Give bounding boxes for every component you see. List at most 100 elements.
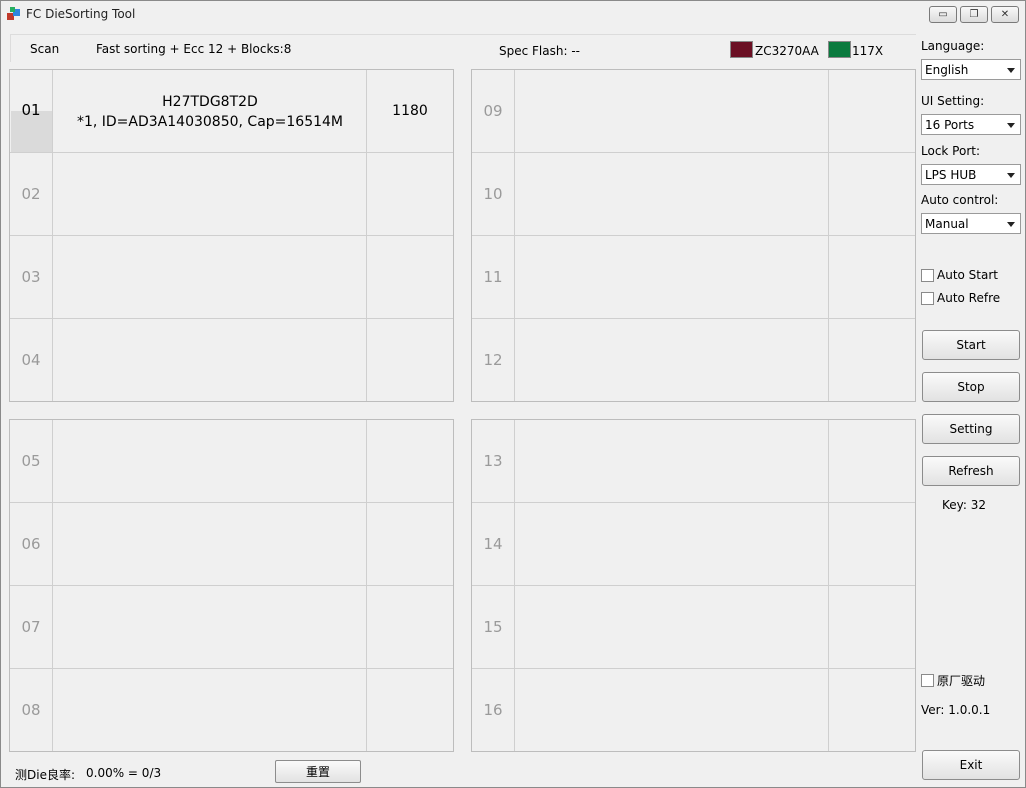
auto-refresh-checkbox[interactable]: Auto Refre [921,291,1000,305]
port-number-text: 01 [21,101,41,119]
refresh-button[interactable]: Refresh [922,456,1020,486]
ui-setting-select[interactable]: 16 Ports [921,114,1021,135]
port-value [367,586,453,668]
port-info [516,420,829,502]
checkbox-box [921,291,934,305]
auto-refresh-label: Auto Refre [937,291,1001,305]
language-value: English [925,63,969,77]
original-driver-label: 原厂驱动 [937,674,986,688]
port-value [367,319,453,401]
port-info [54,503,367,585]
port-number: 13 [472,420,515,502]
port-value [367,503,453,585]
chip1-color-swatch [730,41,753,58]
port-number: 03 [10,236,53,318]
port-info [54,153,367,235]
port-number: 01 [10,70,53,152]
original-driver-checkbox[interactable]: 原厂驱动 [921,672,985,689]
close-button[interactable]: ✕ [991,6,1019,23]
setting-button[interactable]: Setting [922,414,1020,444]
port-slot[interactable]: 14 [472,503,915,586]
auto-control-label: Auto control: [921,193,999,207]
port-info [516,503,829,585]
ui-setting-label: UI Setting: [921,94,985,108]
port-number: 04 [10,319,53,401]
port-value [367,669,453,751]
port-value [829,319,915,401]
version-label: Ver: 1.0.0.1 [921,703,991,717]
port-slot[interactable]: 08 [10,669,453,752]
port-number: 11 [472,236,515,318]
port-info [516,319,829,401]
auto-control-select[interactable]: Manual [921,213,1021,234]
port-value: 1180 [392,103,428,119]
auto-start-label: Auto Start [937,268,998,282]
port-slot[interactable]: 07 [10,586,453,669]
chevron-down-icon [1007,173,1015,178]
chip-model: H27TDG8T2D [162,94,258,110]
yield-rate-value: 0.00% = 0/3 [86,766,162,780]
port-slot[interactable]: 15 [472,586,915,669]
restore-button[interactable]: ❐ [960,6,988,23]
port-value [829,669,915,751]
chevron-down-icon [1007,222,1015,227]
port-info [54,319,367,401]
port-number: 07 [10,586,53,668]
spec-flash-label: Spec Flash: -- [499,44,580,58]
port-value [829,70,915,152]
chip-details: *1, ID=AD3A14030850, Cap=16514M [76,114,344,130]
port-number: 10 [472,153,515,235]
port-info [516,153,829,235]
port-slot[interactable]: 03 [10,236,453,319]
port-slot[interactable]: 10 [472,153,915,236]
lock-port-select[interactable]: LPS HUB [921,164,1021,185]
port-number: 05 [10,420,53,502]
minimize-button[interactable]: ▭ [929,6,957,23]
app-window: FC DieSorting Tool ▭ ❐ ✕ Scan Fast sorti… [0,0,1026,788]
exit-button[interactable]: Exit [922,750,1020,780]
lock-port-value: LPS HUB [925,168,977,182]
port-slot[interactable]: 09 [472,70,915,153]
title-bar: FC DieSorting Tool ▭ ❐ ✕ [1,1,1025,29]
port-panel-5-8: 05 06 07 08 [9,419,454,752]
port-value [367,153,453,235]
port-info [516,70,829,152]
port-info [54,420,367,502]
chevron-down-icon [1007,68,1015,73]
reset-button[interactable]: 重置 [275,760,361,783]
port-slot[interactable]: 04 [10,319,453,402]
port-slot[interactable]: 01 H27TDG8T2D *1, ID=AD3A14030850, Cap=165… [10,70,453,153]
port-info [516,669,829,751]
port-value [829,420,915,502]
port-slot[interactable]: 12 [472,319,915,402]
port-slot[interactable]: 02 [10,153,453,236]
port-slot[interactable]: 11 [472,236,915,319]
port-number: 14 [472,503,515,585]
status-bar-top: Scan Fast sorting + Ecc 12 + Blocks:8 Sp… [10,34,916,62]
language-label: Language: [921,39,985,53]
port-value [829,236,915,318]
port-info: H27TDG8T2D *1, ID=AD3A14030850, Cap=16514… [54,70,367,152]
port-number: 09 [472,70,515,152]
auto-start-checkbox[interactable]: Auto Start [921,268,998,282]
window-title: FC DieSorting Tool [26,7,136,21]
port-number: 02 [10,153,53,235]
chip2-label: 117X [852,44,884,58]
port-number: 12 [472,319,515,401]
stop-button[interactable]: Stop [922,372,1020,402]
port-info [516,586,829,668]
checkbox-box [921,674,934,687]
port-slot[interactable]: 13 [472,420,915,503]
port-panel-9-12: 09 10 11 12 [471,69,916,402]
start-button[interactable]: Start [922,330,1020,360]
port-slot[interactable]: 16 [472,669,915,752]
port-value [367,420,453,502]
language-select[interactable]: English [921,59,1021,80]
port-number: 16 [472,669,515,751]
port-slot[interactable]: 05 [10,420,453,503]
port-slot[interactable]: 06 [10,503,453,586]
port-panel-1-4: 01 H27TDG8T2D *1, ID=AD3A14030850, Cap=165… [9,69,454,402]
scan-label: Scan [30,42,60,56]
key-label: Key: 32 [942,498,987,512]
port-value [829,153,915,235]
